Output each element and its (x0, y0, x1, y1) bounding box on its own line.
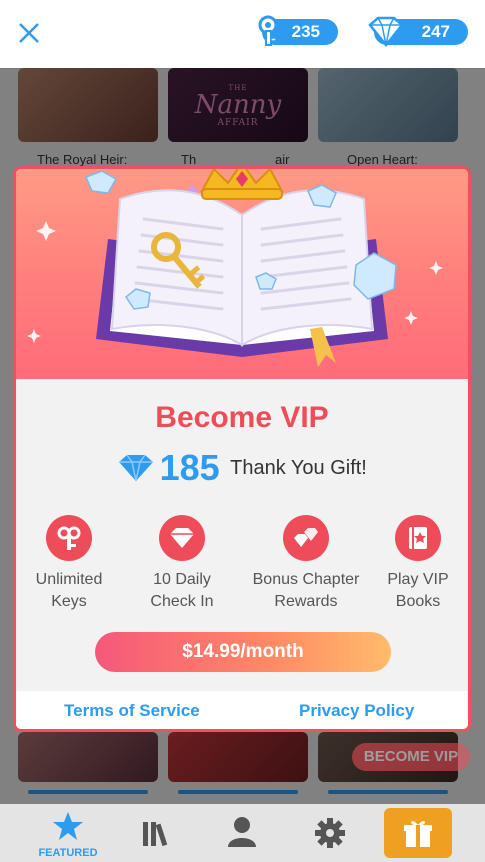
gift-text: Thank You Gift! (230, 456, 367, 479)
nav-featured[interactable]: FEATURED (30, 804, 106, 862)
gift-row: 185 Thank You Gift! (16, 447, 468, 491)
perk-vip-books: Play VIP Books (363, 515, 468, 613)
nav-featured-label: FEATURED (38, 847, 98, 859)
diamonds-icon (294, 528, 318, 547)
perk-icon-bg (395, 515, 441, 561)
perk-icon-bg (283, 515, 329, 561)
gear-icon (315, 818, 345, 848)
gift-amount: 185 (159, 447, 220, 488)
perk-label: Bonus Chapter Rewards (252, 571, 360, 610)
perk-label: 10 Daily Check In (150, 571, 214, 610)
perk-daily-check-in: 10 Daily Check In (127, 515, 237, 613)
key-icon (258, 15, 278, 46)
vip-hero-illustration (16, 169, 468, 379)
diamond-icon (119, 454, 154, 482)
terms-of-service-link[interactable]: Terms of Service (64, 701, 200, 721)
perk-label: Unlimited Keys (35, 571, 103, 610)
nav-profile[interactable] (222, 804, 262, 862)
star-icon (53, 812, 83, 840)
vip-body: Become VIP 185 Thank You Gift! Unlimited… (16, 379, 468, 691)
top-bar: 235 247 (0, 0, 485, 69)
perk-icon-bg (159, 515, 205, 561)
gems-balance[interactable]: 247 (368, 16, 468, 47)
keys-count: 235 (291, 22, 320, 41)
perk-bonus-chapter: Bonus Chapter Rewards (241, 515, 371, 613)
perk-unlimited-keys: Unlimited Keys (16, 515, 124, 613)
vip-modal: Become VIP 185 Thank You Gift! Unlimited… (13, 166, 471, 732)
nav-settings[interactable] (310, 804, 350, 862)
diamond-icon (170, 528, 194, 548)
open-book-illustration (27, 169, 443, 367)
become-vip-badge: BECOME VIP (352, 743, 470, 771)
perk-icon-bg (46, 515, 92, 561)
gems-count: 247 (421, 22, 450, 41)
nav-library[interactable] (136, 804, 176, 862)
gift-icon (404, 820, 432, 847)
diamond-icon (368, 16, 404, 47)
modal-footer: Terms of Service Privacy Policy (16, 691, 468, 729)
privacy-policy-link[interactable]: Privacy Policy (299, 701, 414, 721)
vip-book-icon (409, 527, 427, 549)
modal-title: Become VIP (155, 401, 329, 434)
key-icon (57, 526, 81, 550)
close-icon[interactable] (14, 18, 44, 48)
nav-gift-button[interactable] (384, 808, 452, 858)
library-icon (143, 822, 168, 847)
keys-balance[interactable]: 235 (258, 15, 338, 46)
profile-icon (228, 817, 256, 847)
subscribe-button[interactable]: $14.99/month (95, 632, 391, 672)
perk-label: Play VIP Books (387, 571, 449, 610)
